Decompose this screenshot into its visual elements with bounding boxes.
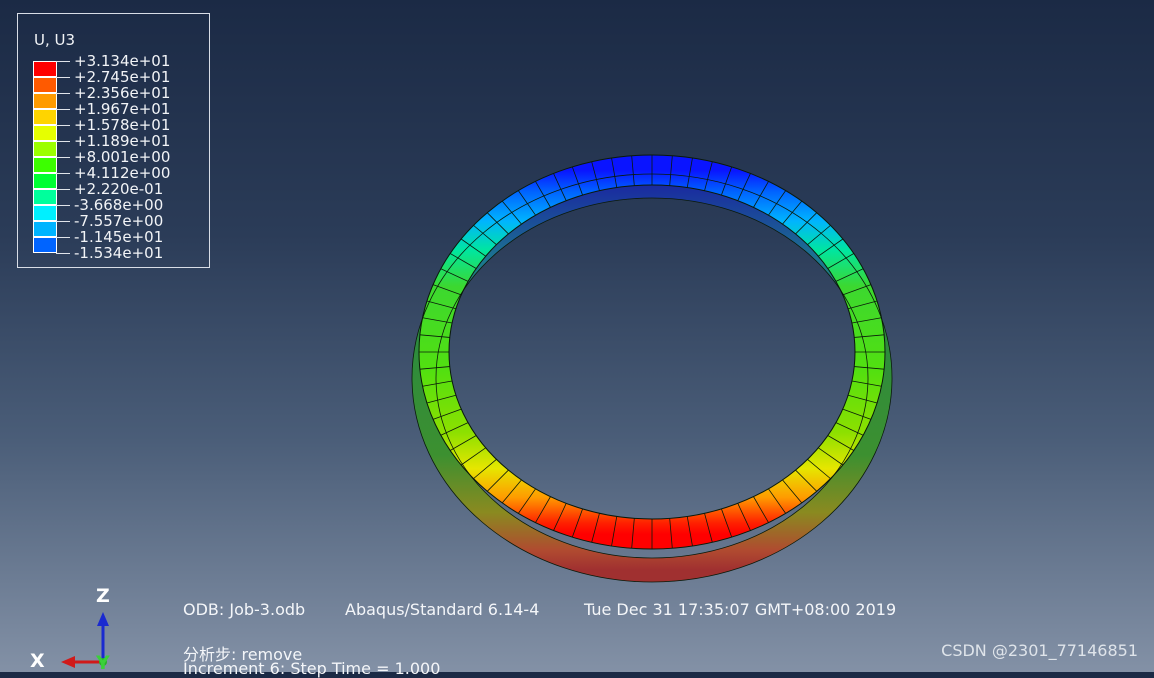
legend-swatch: [33, 173, 57, 189]
contour-legend: U, U3 +3.134e+01 +2.745e+01 +2.356e+01 +1.9…: [17, 13, 210, 268]
legend-swatch: [33, 125, 57, 141]
legend-labels: +3.134e+01 +2.745e+01 +2.356e+01 +1.967e+01…: [55, 52, 171, 261]
solver-version: Abaqus/Standard 6.14-4: [345, 600, 540, 619]
legend-label: +2.745e+01: [55, 68, 171, 86]
legend-swatch: [33, 77, 57, 93]
legend-label: +3.134e+01: [55, 52, 171, 70]
ring-mesh-back-inner: [435, 197, 869, 559]
legend-label: +1.967e+01: [55, 100, 171, 118]
run-datetime: Tue Dec 31 17:35:07 GMT+08:00 2019: [584, 600, 897, 619]
legend-label: +4.112e+00: [55, 164, 171, 182]
ring-mesh-elements: [419, 155, 885, 549]
legend-label: -7.557e+00: [55, 213, 170, 229]
legend-label: +8.001e+00: [55, 148, 171, 166]
triad-x-label: X: [30, 650, 45, 672]
watermark: CSDN @2301_77146851: [941, 641, 1138, 660]
legend-title: U, U3: [34, 31, 76, 49]
legend-label: -1.145e+01: [55, 229, 170, 245]
legend-swatch: [33, 141, 57, 157]
legend-label: -3.668e+00: [55, 197, 170, 213]
triad-z-label: Z: [96, 585, 110, 607]
legend-swatch: [33, 205, 57, 221]
legend-swatch: [33, 237, 57, 253]
legend-label: +2.220e-01: [55, 181, 170, 197]
legend-swatch: [33, 109, 57, 125]
legend-color-bar: [33, 61, 57, 253]
increment-info: Increment 6: Step Time = 1.000: [183, 659, 441, 678]
legend-swatch: [33, 93, 57, 109]
legend-swatch: [33, 189, 57, 205]
legend-label: +1.189e+01: [55, 132, 171, 150]
legend-swatch: [33, 157, 57, 173]
legend-label: +1.578e+01: [55, 116, 171, 134]
legend-swatch: [33, 61, 57, 77]
legend-label: +2.356e+01: [55, 84, 171, 102]
legend-label: -1.534e+01: [55, 245, 170, 261]
coordinate-triad: Z X Y: [25, 582, 135, 674]
legend-swatch: [33, 221, 57, 237]
triad-y-label: Y: [96, 652, 110, 674]
odb-name: ODB: Job-3.odb: [183, 600, 306, 619]
